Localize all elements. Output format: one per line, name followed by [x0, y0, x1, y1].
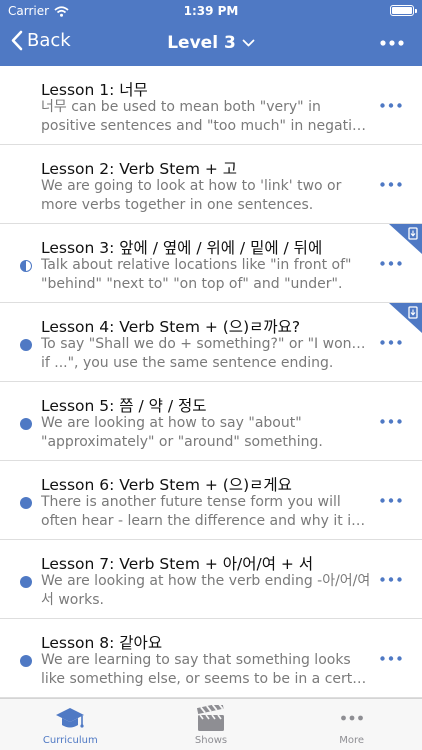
lesson-description: We are learning to say that something lo… [41, 652, 371, 687]
level-dropdown[interactable]: Level 3 [167, 33, 255, 53]
lesson-row[interactable]: Lesson 7: Verb Stem + 아/어/여 + 서 We are l… [0, 540, 422, 619]
level-selector: Level 3 [0, 33, 422, 53]
lesson-row[interactable]: Lesson 8: 같아요 We are learning to say tha… [0, 619, 422, 698]
lesson-description: There is another future tense form you w… [41, 494, 371, 529]
lesson-description: 너무 can be used to mean both "very" in po… [41, 99, 371, 134]
lesson-title: Lesson 5: 쯤 / 약 / 정도 [41, 397, 207, 415]
progress-dot-icon [20, 497, 32, 509]
more-dots-icon [340, 715, 363, 721]
page-title: Level 3 [167, 33, 236, 53]
progress-dot-icon [20, 339, 32, 351]
lesson-description: We are going to look at how to 'link' tw… [41, 178, 342, 213]
lesson-title: Lesson 7: Verb Stem + 아/어/여 + 서 [41, 555, 314, 573]
lesson-title: Lesson 2: Verb Stem + 고 [41, 160, 238, 178]
nav-bar: Back Level 3 [0, 22, 422, 66]
lesson-more-icon[interactable] [380, 656, 402, 661]
lesson-title: Lesson 8: 같아요 [41, 634, 163, 652]
status-time: 1:39 PM [183, 4, 239, 18]
lesson-more-icon[interactable] [380, 419, 402, 424]
clapperboard-icon [196, 705, 224, 731]
lesson-more-icon[interactable] [380, 103, 402, 108]
lesson-list: Lesson 1: 너무 너무 can be used to mean both… [0, 66, 422, 698]
lesson-title: Lesson 4: Verb Stem + (으)ㄹ까요? [41, 318, 301, 336]
status-bar: Carrier 1:39 PM [0, 0, 422, 22]
lesson-more-icon[interactable] [380, 182, 402, 187]
lesson-row[interactable]: Lesson 5: 쯤 / 약 / 정도 We are looking at h… [0, 382, 422, 461]
lesson-description: To say "Shall we do + something?" or "I … [41, 336, 371, 371]
lesson-row[interactable]: Lesson 1: 너무 너무 can be used to mean both… [0, 66, 422, 145]
tab-label: Curriculum [42, 735, 98, 746]
tab-shows[interactable]: Shows [141, 699, 282, 750]
tab-more[interactable]: More [281, 699, 422, 750]
tab-label: More [339, 735, 365, 746]
lesson-title: Lesson 3: 앞에 / 옆에 / 위에 / 밑에 / 뒤에 [41, 239, 323, 257]
lesson-more-icon[interactable] [380, 577, 402, 582]
chevron-down-icon [242, 39, 255, 47]
lesson-row[interactable]: Lesson 6: Verb Stem + (으)ㄹ게요 There is an… [0, 461, 422, 540]
lesson-more-icon[interactable] [380, 498, 402, 503]
progress-dot-icon [20, 418, 32, 430]
tab-bar: Curriculum Shows More [0, 698, 422, 750]
tab-curriculum[interactable]: Curriculum [0, 699, 141, 750]
progress-half-icon [20, 260, 32, 272]
lesson-row[interactable]: Lesson 3: 앞에 / 옆에 / 위에 / 밑에 / 뒤에 Talk ab… [0, 224, 422, 303]
lesson-description: We are looking at how to say "about" "ap… [41, 415, 323, 450]
downloaded-badge-icon[interactable] [389, 303, 422, 333]
lesson-row[interactable]: Lesson 4: Verb Stem + (으)ㄹ까요? To say "Sh… [0, 303, 422, 382]
graduation-cap-icon [56, 708, 85, 728]
lesson-more-icon[interactable] [380, 261, 402, 266]
progress-dot-icon [20, 655, 32, 667]
lesson-title: Lesson 6: Verb Stem + (으)ㄹ게요 [41, 476, 292, 494]
more-options-icon[interactable] [380, 40, 404, 46]
lesson-more-icon[interactable] [380, 340, 402, 345]
tab-label: Shows [194, 735, 228, 746]
lesson-description: We are looking at how the verb ending -아… [41, 573, 371, 608]
progress-dot-icon [20, 576, 32, 588]
downloaded-badge-icon[interactable] [389, 224, 422, 254]
battery-icon [390, 5, 417, 16]
lesson-title: Lesson 1: 너무 [41, 81, 148, 99]
lesson-description: Talk about relative locations like "in f… [41, 257, 352, 292]
lesson-row[interactable]: Lesson 2: Verb Stem + 고 We are going to … [0, 145, 422, 224]
header: Carrier 1:39 PM Back Level 3 [0, 0, 422, 66]
